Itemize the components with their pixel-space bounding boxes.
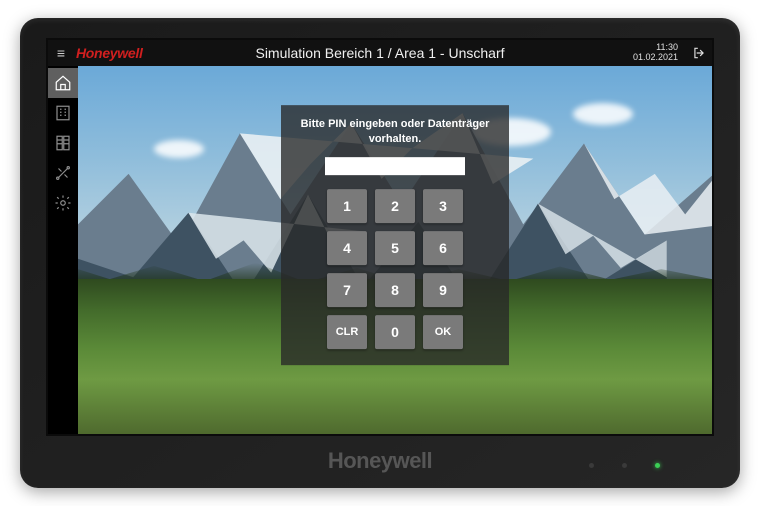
side-nav [48, 66, 78, 434]
nav-home[interactable] [48, 68, 78, 98]
pin-message-line1: Bitte PIN eingeben oder Datenträger [301, 118, 490, 130]
page-title: Simulation Bereich 1 / Area 1 - Unscharf [48, 45, 712, 61]
nav-settings[interactable] [48, 188, 78, 218]
content-area: Bitte PIN eingeben oder Datenträger vorh… [48, 66, 712, 434]
key-9[interactable]: 9 [423, 273, 463, 307]
brand-logo: Honeywell [76, 45, 143, 61]
key-8[interactable]: 8 [375, 273, 415, 307]
led-1 [589, 463, 594, 468]
pin-message: Bitte PIN eingeben oder Datenträger vorh… [297, 117, 493, 147]
nav-tools[interactable] [48, 158, 78, 188]
key-ok[interactable]: OK [423, 315, 463, 349]
logout-icon [692, 46, 706, 60]
key-4[interactable]: 4 [327, 231, 367, 265]
top-bar: ≡ Honeywell Simulation Bereich 1 / Area … [48, 40, 712, 66]
key-5[interactable]: 5 [375, 231, 415, 265]
status-leds [589, 463, 660, 468]
tools-icon [54, 164, 72, 182]
shutters-icon [54, 134, 72, 152]
home-icon [54, 74, 72, 92]
keypad: 1 2 3 4 5 6 7 8 9 CLR 0 OK [297, 189, 493, 349]
key-2[interactable]: 2 [375, 189, 415, 223]
led-2 [622, 463, 627, 468]
nav-building[interactable] [48, 98, 78, 128]
key-3[interactable]: 3 [423, 189, 463, 223]
device-frame: ≡ Honeywell Simulation Bereich 1 / Area … [20, 18, 740, 488]
key-7[interactable]: 7 [327, 273, 367, 307]
main-area: Bitte PIN eingeben oder Datenträger vorh… [78, 66, 712, 434]
bezel-brand: Honeywell [20, 448, 740, 474]
datetime-display: 11:30 01.02.2021 [633, 43, 678, 63]
screen: ≡ Honeywell Simulation Bereich 1 / Area … [46, 38, 714, 436]
pin-dialog: Bitte PIN eingeben oder Datenträger vorh… [281, 105, 509, 365]
gear-icon [54, 194, 72, 212]
key-1[interactable]: 1 [327, 189, 367, 223]
hamburger-icon: ≡ [57, 45, 65, 61]
menu-button[interactable]: ≡ [48, 40, 74, 66]
key-clr[interactable]: CLR [327, 315, 367, 349]
nav-shutters[interactable] [48, 128, 78, 158]
building-icon [54, 104, 72, 122]
logout-button[interactable] [692, 46, 706, 60]
led-3 [655, 463, 660, 468]
date-label: 01.02.2021 [633, 53, 678, 63]
key-0[interactable]: 0 [375, 315, 415, 349]
pin-input[interactable] [325, 157, 465, 175]
key-6[interactable]: 6 [423, 231, 463, 265]
pin-message-line2: vorhalten. [369, 133, 422, 145]
